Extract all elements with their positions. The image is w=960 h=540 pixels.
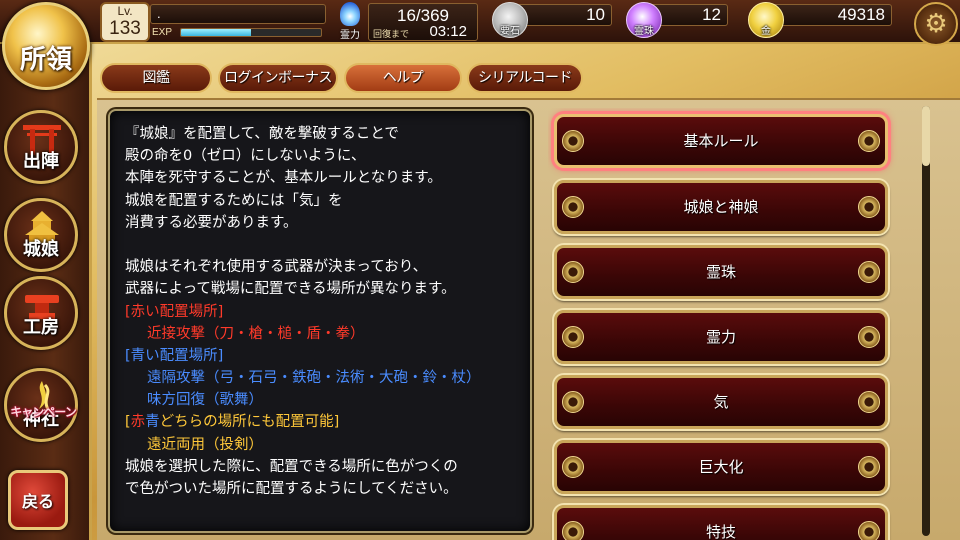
ornament-icon [562, 130, 584, 152]
stamina-label: 霊力 [340, 30, 360, 41]
topic-spirit-orb[interactable]: 霊珠 [554, 245, 888, 299]
sidebar-item-castle-girls[interactable]: 城娘 [4, 198, 78, 272]
help-text-panel: 『城娘』を配置して、敵を撃破することで 殿の命を0（ゼロ）にしないように、 本陣… [108, 109, 532, 533]
ornament-icon [562, 261, 584, 283]
ornament-icon [562, 521, 584, 540]
blue-zone-body: 遠隔攻撃（弓・石弓・鉄砲・法術・大砲・鈴・杖） [147, 370, 481, 387]
topic-list-scrollbar[interactable] [922, 106, 930, 536]
blue-zone-body: 味方回復（歌舞） [147, 392, 263, 409]
exp-label: EXP [152, 27, 173, 38]
both-zone-heading: [赤青どちらの場所にも配置可能] [125, 411, 530, 433]
ornament-icon [858, 196, 880, 218]
help-topic-list: 基本ルール 城娘と神娘 霊珠 霊力 気 巨大化 特技 [548, 108, 920, 540]
back-button[interactable]: 戻る [8, 470, 68, 530]
sidebar-item-sortie[interactable]: 出陣 [4, 110, 78, 184]
topic-special-skill[interactable]: 特技 [554, 505, 888, 540]
both-rest: どちらの場所にも配置可能] [159, 414, 340, 431]
help-line: 『城娘』を配置して、敵を撃破することで [125, 126, 399, 142]
ornament-icon [562, 391, 584, 413]
scrollbar-thumb[interactable] [922, 106, 930, 166]
topic-label: 特技 [705, 523, 736, 540]
topic-label: 城娘と神娘 [683, 198, 759, 216]
topic-label: 基本ルール [683, 132, 759, 150]
tab-help[interactable]: ヘルプ [344, 63, 462, 93]
ornament-icon [562, 326, 584, 348]
topic-label: 気 [713, 393, 729, 411]
level-value: 133 [109, 18, 141, 39]
ornament-icon [858, 456, 880, 478]
sidebar-item-workshop[interactable]: 工房 [4, 276, 78, 350]
ornament-icon [562, 456, 584, 478]
territory-title: 所領 [19, 44, 72, 75]
sidebar-item-label: 工房 [23, 317, 59, 338]
ornament-icon [562, 196, 584, 218]
topic-ki[interactable]: 気 [554, 375, 888, 429]
orb-icon: 霊珠 [626, 2, 662, 38]
both-red: 赤 [130, 414, 146, 431]
level-label: Lv. [117, 4, 133, 18]
help-line: 城娘はそれぞれ使用する武器が決まっており、 [125, 259, 428, 276]
recovery-label: 回復まで [373, 29, 410, 39]
red-zone-body: 近接攻撃（刀・槍・槌・盾・拳） [147, 325, 365, 342]
ornament-icon [858, 391, 880, 413]
blue-zone-heading: [青い配置場所] [125, 347, 224, 364]
tab-login-bonus[interactable]: ログインボーナス [218, 63, 338, 93]
both-zone-body: 遠近両用（投剣） [147, 436, 263, 453]
ornament-icon [858, 261, 880, 283]
topic-castle-and-shrine-girls[interactable]: 城娘と神娘 [554, 180, 888, 234]
ornament-icon [858, 130, 880, 152]
help-line: で色がついた場所に配置するようにしてください。 [125, 481, 458, 497]
recovery-time: 03:12 [429, 23, 467, 40]
stone-label: 要石 [500, 26, 520, 37]
tab-encyclopedia[interactable]: 図鑑 [100, 63, 212, 93]
gold-label: 金 [761, 26, 771, 37]
top-status-bar: Lv. 133 . EXP 霊力 16/369 回復まで 03:12 要石 10… [0, 0, 960, 46]
topic-giant-form[interactable]: 巨大化 [554, 440, 888, 494]
exp-bar-fill [181, 29, 251, 36]
sidebar: 出陣 城娘 工房 神社 キャンペーン [0, 44, 92, 540]
stone-icon: 要石 [492, 2, 528, 38]
stamina-box: 16/369 回復まで 03:12 [368, 3, 478, 41]
level-box: Lv. 133 [100, 2, 150, 42]
topic-label: 霊力 [705, 328, 736, 346]
help-line: 城娘を配置するためには「気」を [125, 192, 343, 209]
help-blank-line [125, 234, 530, 256]
ornament-icon [858, 326, 880, 348]
both-blue: 青 [145, 414, 160, 431]
help-line: 消費する必要があります。 [125, 214, 298, 231]
gold-icon: 金 [748, 2, 784, 38]
orb-label: 霊珠 [634, 26, 654, 37]
player-name: . [150, 4, 326, 24]
gear-icon[interactable]: ⚙ [914, 2, 958, 46]
red-zone-heading: [赤い配置場所] [125, 303, 224, 320]
help-line: 殿の命を0（ゼロ）にしないように、 [125, 148, 366, 165]
help-line: 武器によって戦場に配置できる場所が異なります。 [125, 281, 456, 298]
topic-basic-rules[interactable]: 基本ルール [554, 114, 888, 168]
topic-label: 霊珠 [705, 263, 736, 281]
sidebar-item-label: 城娘 [23, 239, 59, 260]
help-line: 本陣を死守することが、基本ルールとなります。 [125, 170, 442, 187]
exp-bar [180, 28, 322, 37]
gold-count: 49318 [768, 4, 892, 26]
tab-serial-code[interactable]: シリアルコード [467, 63, 583, 93]
help-line: 城娘を選択した際に、配置できる場所に色がつくの [125, 458, 458, 475]
sidebar-item-label: 出陣 [23, 151, 59, 172]
ornament-icon [858, 521, 880, 540]
campaign-badge: キャンペーン [10, 405, 76, 419]
topic-spirit-power[interactable]: 霊力 [554, 310, 888, 364]
stamina-icon: 霊力 [334, 2, 366, 42]
topic-label: 巨大化 [698, 458, 744, 476]
territory-button[interactable]: 所領 [2, 2, 90, 90]
